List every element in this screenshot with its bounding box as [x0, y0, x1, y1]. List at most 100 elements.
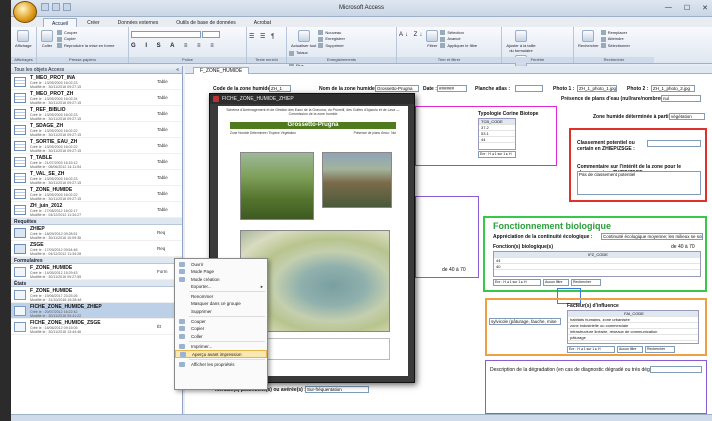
menu-copy[interactable]: Copier	[175, 325, 267, 332]
document-tab[interactable]: F_ZONE_HUMIDE	[193, 67, 250, 74]
nav-item-form[interactable]: F_ZONE_HUMIDE Créé le : 14/05/2012 15:29:…	[11, 264, 182, 280]
totals-button[interactable]: Totaux	[289, 50, 329, 56]
menaces-field[interactable]: Sur-fréquentation	[305, 386, 369, 393]
activites-row[interactable]: sylvicole (pâturage, fauche, mise	[489, 318, 561, 325]
zone-determinee-field[interactable]: végétation	[669, 113, 705, 120]
facteurs-search[interactable]: Rechercher	[645, 346, 675, 353]
commentaire-field[interactable]: Pas de classement potentiel	[577, 171, 701, 195]
maximize-button[interactable]: ☐	[684, 4, 690, 12]
font-style-buttons[interactable]: G I S A ≡ ≡ ≡	[131, 43, 244, 49]
fonctions-search[interactable]: Rechercher	[571, 279, 601, 286]
facteurs-nofilter[interactable]: Aucun filtre	[617, 346, 643, 353]
nav-item-table[interactable]: T_ZONE_HUMIDE Créé le : 13/05/2003 16:02:…	[11, 186, 182, 202]
facteurs-record-nav[interactable]: Enr : H ◂ 1 sur 1 ▸ H	[567, 346, 615, 353]
select-button[interactable]: Sélectionner	[600, 43, 630, 49]
office-button[interactable]	[13, 1, 37, 23]
photo1-field[interactable]: ZH_1_photo_1.jpg	[577, 85, 617, 92]
nav-item-query[interactable]: ZHIEP Créé le : 18/09/2012 09:28:51 Modifi…	[11, 225, 182, 241]
continuite-field[interactable]: Continuité écologique moyenne; les milie…	[601, 233, 703, 240]
nav-item-table[interactable]: T_SDAGE_ZH Créé le : 13/05/2003 16:02:22 M…	[11, 122, 182, 138]
typologie-record-nav[interactable]: Enr : H ◂ 1 sur 1 ▸ H	[478, 151, 516, 158]
planche-field[interactable]	[515, 85, 543, 92]
fit-form-button[interactable]: Ajuster à la taille du formulaire	[506, 30, 536, 53]
fit-form-icon	[515, 30, 527, 42]
new-record-button[interactable]: Nouveau	[318, 30, 354, 36]
close-button[interactable]: ✕	[702, 4, 708, 12]
nav-item-report-selected[interactable]: FICHE_ZONE_HUMIDE_ZHIEP Créé le : 20/07/2…	[11, 303, 182, 319]
find-button[interactable]: Rechercher	[578, 30, 599, 48]
font-size-select[interactable]	[202, 31, 221, 38]
sort-buttons[interactable]: A↓ Z↓	[399, 32, 424, 38]
fonctions-record-nav[interactable]: Enr : H ◂ 1 sur 1 ▸ H	[493, 279, 541, 286]
date-field[interactable]: ######	[437, 85, 467, 92]
undo-icon[interactable]	[52, 3, 60, 11]
window-title: Microsoft Access	[338, 5, 384, 11]
table-icon	[14, 125, 26, 135]
menu-cut[interactable]: Couper	[175, 318, 267, 325]
nav-item-table[interactable]: T_MEO_PROT_ZH Créé le : 13/05/2003 16:02:…	[11, 90, 182, 106]
menu-open[interactable]: Ouvrir	[175, 261, 267, 268]
delete-record-button[interactable]: Supprimer	[318, 43, 354, 49]
typologie-row[interactable]: 44	[479, 137, 515, 143]
facteurs-subform[interactable]: FAI_CODE habitats humains, zone urbanisé…	[567, 310, 699, 344]
nav-item-report[interactable]: FICHE_ZONE_HUMIDE_ZSGE Créé le : 18/06/20…	[11, 319, 182, 335]
redo-icon[interactable]	[63, 3, 71, 11]
nav-item-query[interactable]: ZSGE Créé le : 17/09/2012 09:54:46 Modifié…	[11, 241, 182, 257]
replace-button[interactable]: Remplacer	[600, 30, 630, 36]
nav-item-table[interactable]: T_VAL_SE_ZH Créé le : 13/05/2003 16:02:23…	[11, 170, 182, 186]
fonctions-nofilter[interactable]: Aucun filtre	[543, 279, 569, 286]
selection-button[interactable]: Sélection	[440, 30, 477, 36]
save-icon[interactable]	[41, 3, 49, 11]
facteurs-row[interactable]: pâturage	[568, 335, 698, 341]
nav-item-table[interactable]: T_REF_BIBLIO Créé le : 13/05/2003 16:02:2…	[11, 106, 182, 122]
nav-header[interactable]: Tous les objets Access «	[11, 66, 182, 74]
menu-export[interactable]: Exporter... ▸	[175, 283, 267, 290]
menu-design-view[interactable]: Mode création	[175, 276, 267, 283]
goto-button[interactable]: Atteindre	[600, 36, 630, 42]
refresh-all-button[interactable]: Actualiser tout	[291, 30, 316, 48]
apply-filter-button[interactable]: Appliquer le filtre	[440, 43, 477, 49]
nav-item-table[interactable]: T_TABLE Créé le : 21/07/2003 16:15:12 Modi…	[11, 154, 182, 170]
menu-rename[interactable]: Renommer	[175, 293, 267, 300]
menu-paste[interactable]: Coller	[175, 333, 267, 340]
group-affichages: Affichage Affichages	[11, 27, 37, 63]
save-record-button[interactable]: Enregistrer	[318, 36, 354, 42]
plans-eau-field[interactable]: nul	[661, 95, 701, 102]
menu-delete[interactable]: Supprimer	[175, 308, 267, 315]
degradation-field[interactable]	[650, 366, 702, 373]
nav-item-table[interactable]: ZH_juin_2012 Créé le : 17/08/2012 16:02:1…	[11, 202, 182, 218]
menu-print-preview[interactable]: Aperçu avant impression	[175, 350, 267, 358]
menu-properties[interactable]: Afficher les propriétés	[175, 361, 267, 368]
nav-item-table[interactable]: T_SORTIE_EAU_ZH Créé le : 13/05/2003 16:0…	[11, 138, 182, 154]
nav-item-report[interactable]: F_ZONE_HUMIDE Créé le : 19/06/2017 23:25:…	[11, 287, 182, 303]
menu-page-view[interactable]: Mode Page	[175, 268, 267, 275]
photo2-field[interactable]: ZH_1_photo_2.jpg	[651, 85, 695, 92]
nav-item-table[interactable]: T_MEO_PROT_INA Créé le : 13/05/2003 16:02…	[11, 74, 182, 90]
copy-button[interactable]: Copier	[57, 36, 114, 42]
collapse-icon[interactable]: «	[176, 67, 179, 73]
nav-section-etats[interactable]: États	[11, 280, 182, 287]
menu-hide-in-group[interactable]: Masquer dans ce groupe	[175, 300, 267, 307]
window-controls: — ☐ ✕	[665, 4, 708, 12]
nav-section-requetes[interactable]: Requêtes	[11, 218, 182, 225]
nom-field[interactable]: Grossetto-Prugna	[375, 85, 419, 92]
code-field[interactable]: ZH_1	[269, 85, 291, 92]
font-name-select[interactable]	[131, 31, 201, 38]
filter-button[interactable]: Filtrer	[426, 30, 439, 48]
format-painter-button[interactable]: Reproduire la mise en forme	[57, 43, 114, 49]
view-button[interactable]: Affichage	[15, 30, 32, 48]
group-texte-enrichi: ☰ ☰ ¶ Texte enrichi	[247, 27, 287, 63]
cut-button[interactable]: Couper	[57, 30, 114, 36]
rich-text-buttons[interactable]: ☰ ☰ ¶	[249, 33, 284, 40]
nav-section-formulaires[interactable]: Formulaires	[11, 257, 182, 264]
advanced-button[interactable]: Avancé	[440, 36, 477, 42]
design-view-icon	[179, 276, 185, 282]
minimize-button[interactable]: —	[665, 4, 672, 12]
fonctions-subform[interactable]: IFZ_CODE 44 40	[493, 251, 701, 277]
paste-button[interactable]: Coller	[41, 30, 53, 48]
menu-print[interactable]: Imprimer...	[175, 343, 267, 350]
typologie-subform[interactable]: TCB_CODE 37.2 53.1 44	[478, 118, 516, 150]
classement-select[interactable]	[647, 140, 701, 147]
delete-icon	[318, 43, 324, 49]
fonctions-row[interactable]: 40	[494, 264, 700, 270]
